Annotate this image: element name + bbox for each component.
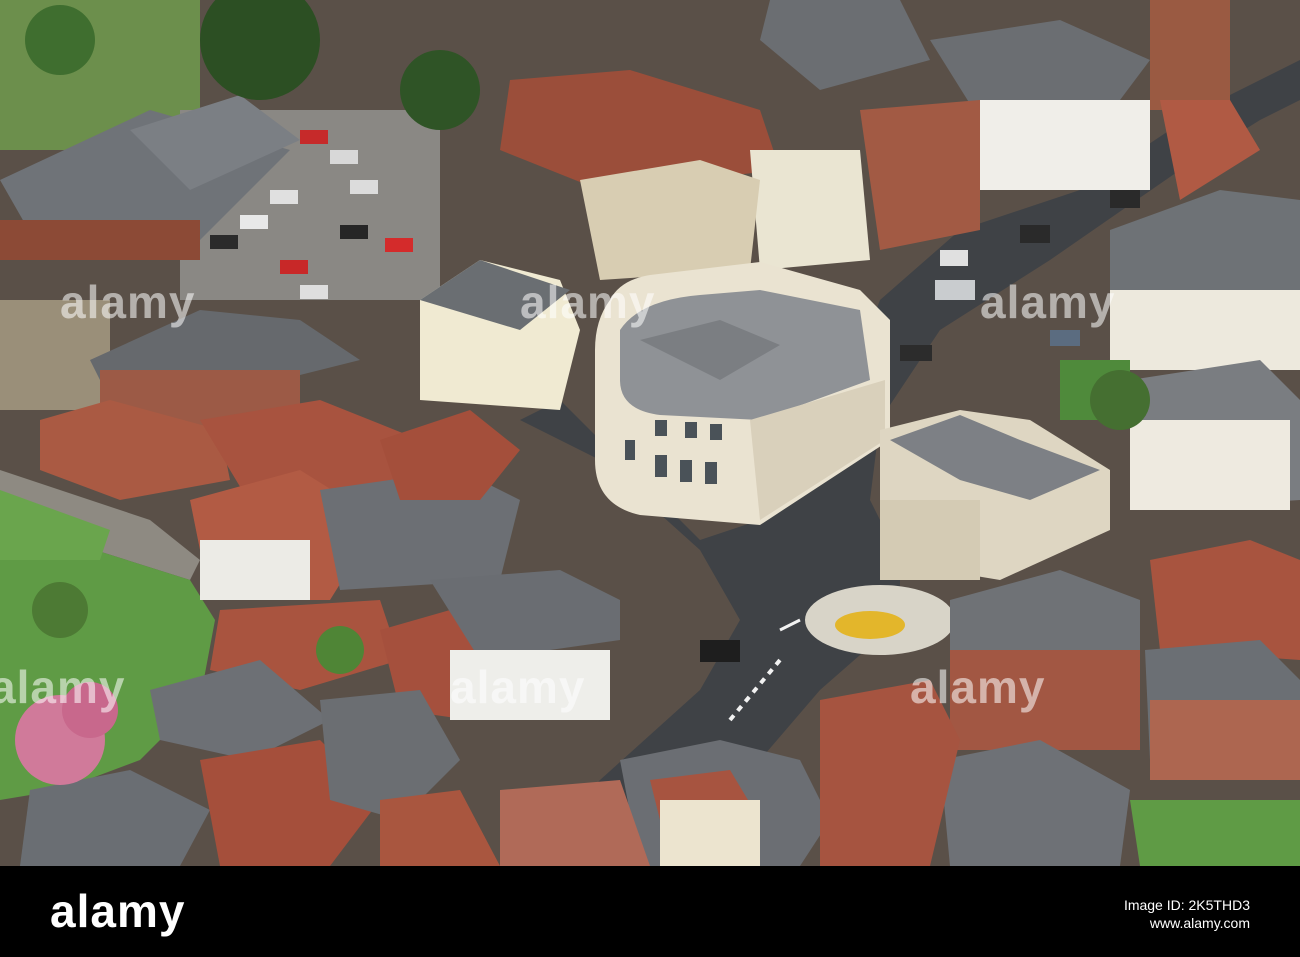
alamy-logo: alamy [50,885,186,937]
stock-photo-frame: alamy alamy alamy alamy alamy alamy alam… [0,0,1300,957]
bottom-credit-bar: alamy Image ID: 2K5THD3 www.alamy.com [0,866,1300,957]
image-id-block: Image ID: 2K5THD3 www.alamy.com [1124,896,1250,932]
image-id-label: Image ID: 2K5THD3 [1123,897,1250,913]
site-url: www.alamy.com [1149,915,1250,931]
aerial-town-scene [0,0,1300,866]
aerial-town-photo: alamy alamy alamy alamy alamy alamy [0,0,1300,866]
